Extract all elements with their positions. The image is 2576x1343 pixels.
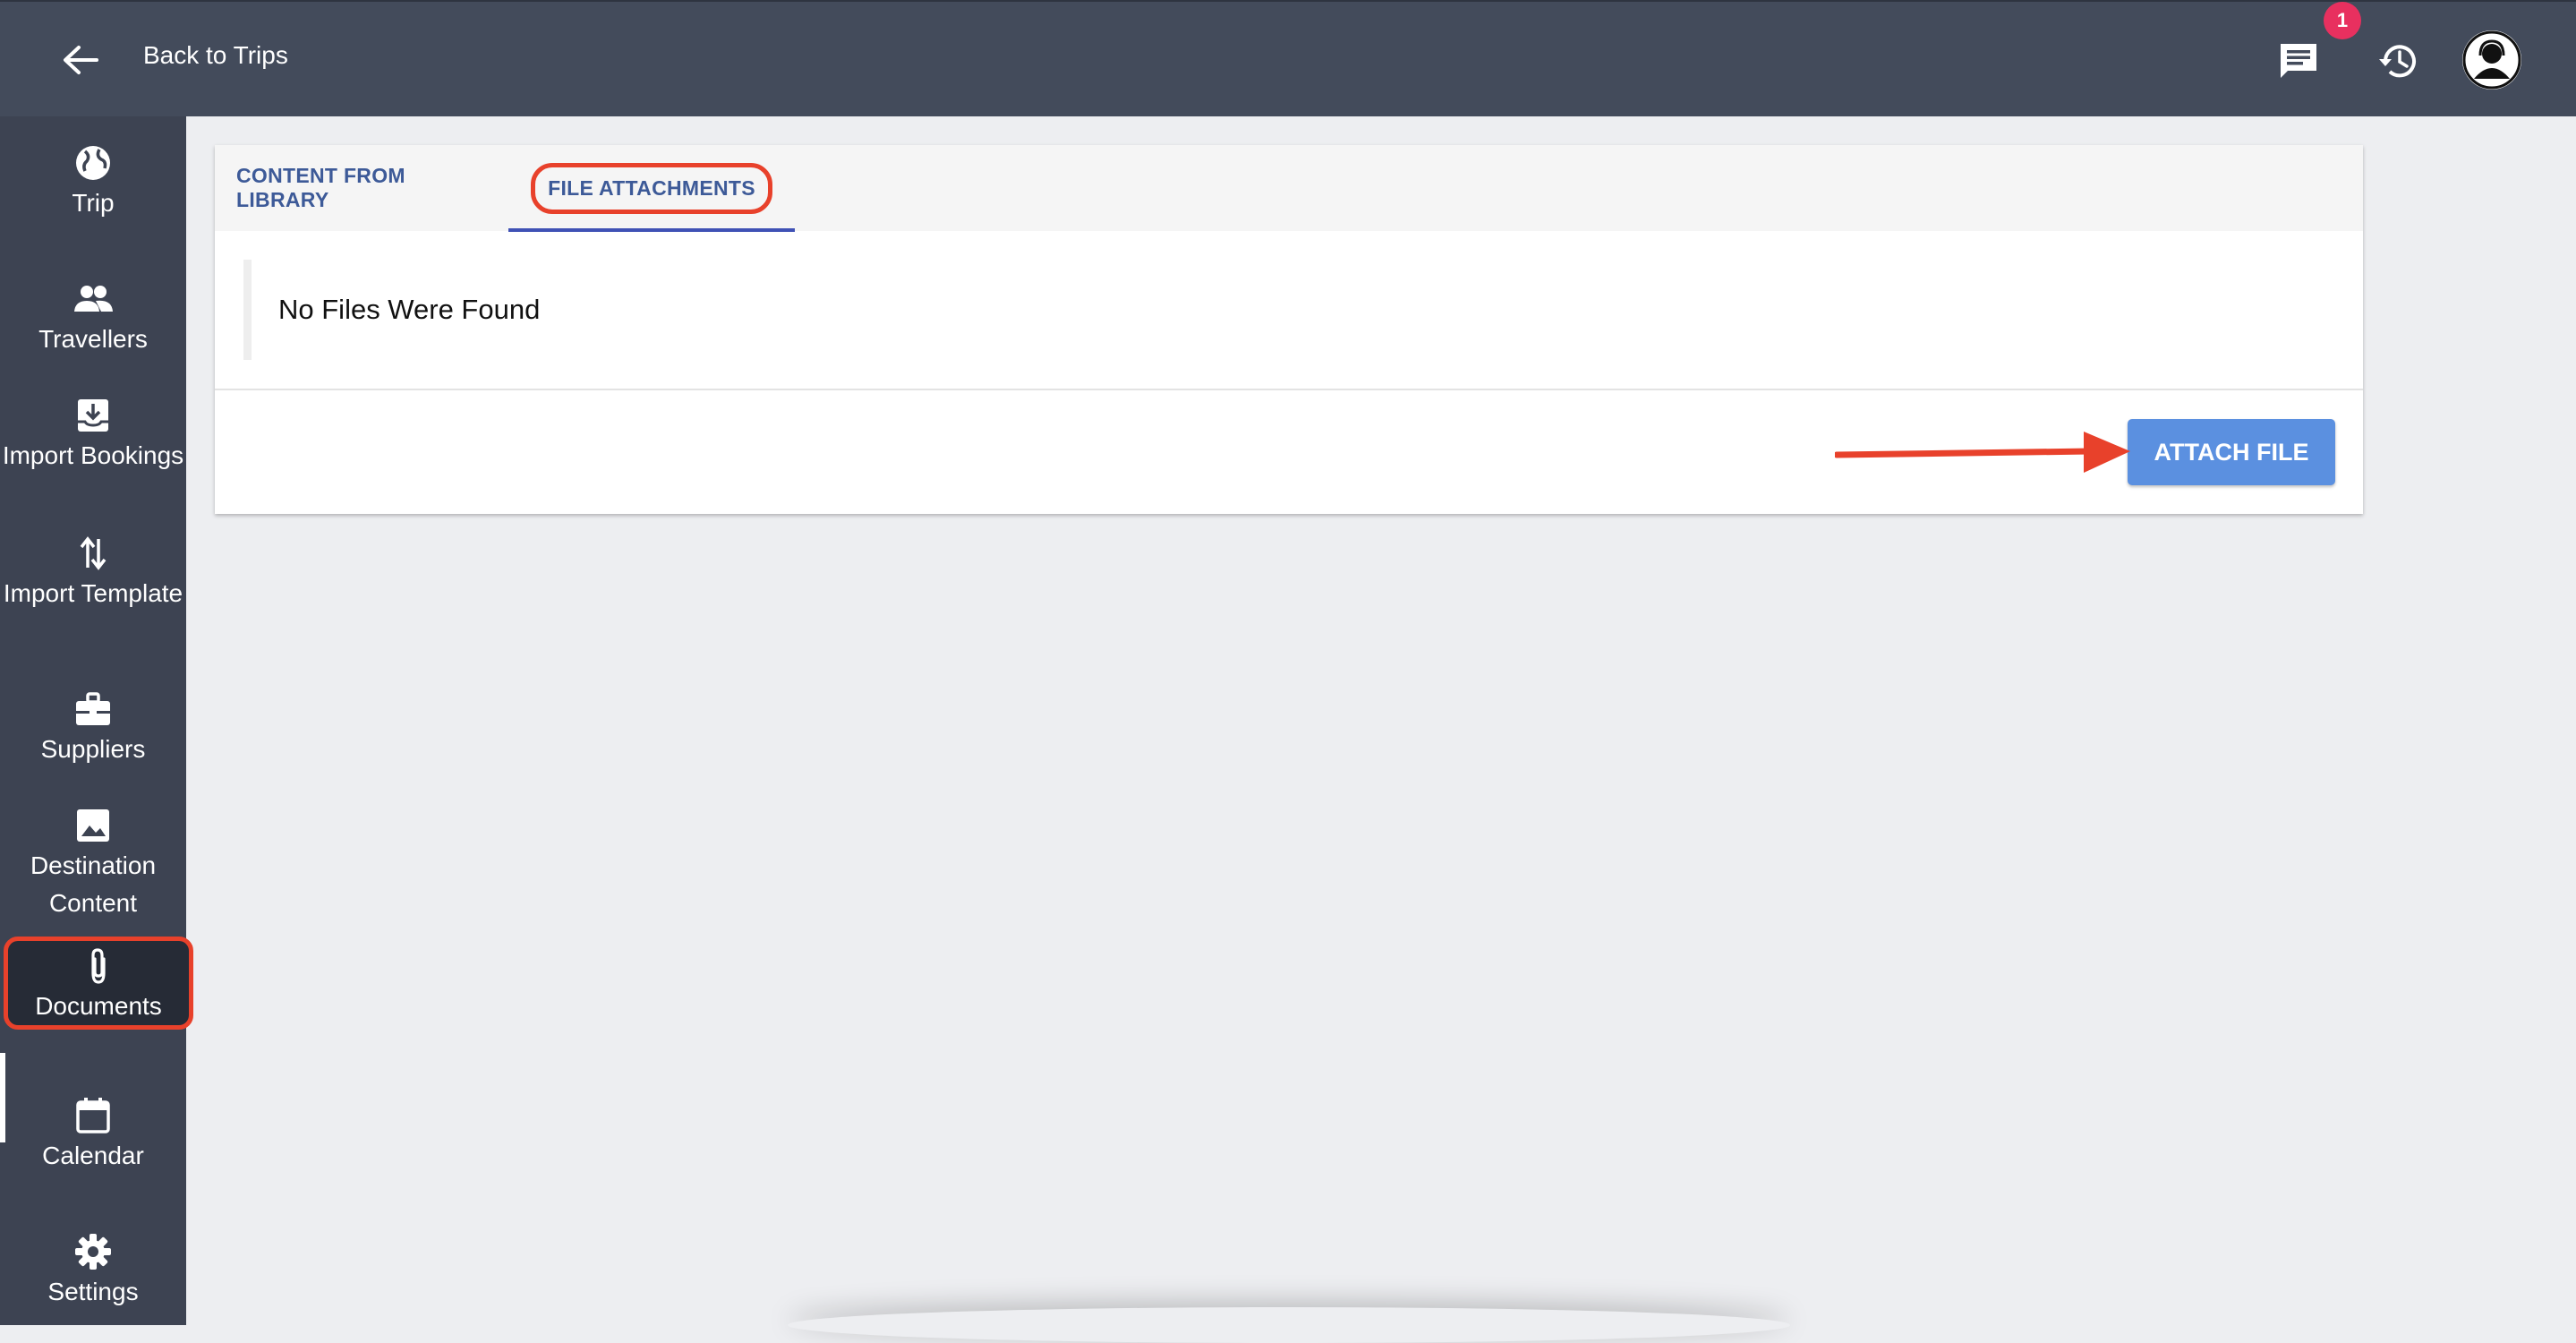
tab-file-attachments[interactable]: FILE ATTACHMENTS — [508, 145, 795, 231]
sidebar-item-label: Settings — [47, 1278, 139, 1305]
people-icon — [74, 286, 113, 312]
import-box-icon — [78, 399, 108, 432]
bottom-shadow — [788, 1307, 1790, 1343]
sidebar-item-label: Calendar — [42, 1142, 144, 1169]
sidebar-item-label: Suppliers — [40, 735, 146, 763]
globe-icon — [76, 146, 110, 180]
notification-badge: 1 — [2324, 2, 2361, 39]
tab-bar: CONTENT FROM LIBRARY FILE ATTACHMENTS — [215, 145, 2363, 232]
top-bar: Back to Trips 1 — [0, 0, 2576, 116]
tab-indicator — [508, 228, 795, 232]
sidebar-item-destination-content[interactable]: Destination Content — [0, 806, 186, 922]
sidebar-item-calendar[interactable]: Calendar — [0, 1096, 186, 1175]
history-icon[interactable] — [2377, 41, 2420, 81]
sidebar-item-label: Destination Content — [30, 851, 157, 917]
sidebar-item-travellers[interactable]: Travellers — [0, 279, 186, 358]
paperclip-icon — [91, 948, 106, 984]
empty-state-message: No Files Were Found — [243, 260, 2338, 360]
back-to-trips-link[interactable]: Back to Trips — [143, 41, 288, 70]
sidebar-item-suppliers[interactable]: Suppliers — [0, 689, 186, 768]
sidebar-item-settings[interactable]: Settings — [0, 1232, 186, 1311]
sidebar-item-label: Import Template — [3, 579, 183, 607]
sidebar-item-label: Import Bookings — [2, 441, 184, 469]
calendar-icon — [76, 1098, 110, 1133]
sidebar-item-label: Documents — [35, 992, 162, 1020]
tab-label: FILE ATTACHMENTS — [531, 162, 772, 214]
gear-icon — [75, 1234, 111, 1270]
sidebar-item-label: Travellers — [38, 325, 148, 353]
image-icon — [77, 809, 109, 842]
briefcase-icon — [76, 692, 110, 725]
sidebar-item-import-bookings[interactable]: Import Bookings — [0, 396, 186, 475]
swap-vertical-icon — [80, 536, 107, 570]
user-avatar-icon[interactable] — [2462, 30, 2521, 90]
annotation-arrow-icon — [1835, 432, 2130, 473]
back-arrow-icon[interactable] — [61, 44, 98, 76]
sidebar-item-trip[interactable]: Trip — [0, 143, 186, 222]
chat-icon[interactable] — [2273, 40, 2324, 81]
tab-label: CONTENT FROM LIBRARY — [236, 164, 405, 211]
tab-content-from-library[interactable]: CONTENT FROM LIBRARY — [236, 145, 465, 231]
sidebar-item-documents[interactable]: Documents — [4, 937, 193, 1030]
attach-file-button[interactable]: ATTACH FILE — [2128, 419, 2335, 485]
sidebar-item-label: Trip — [72, 189, 115, 217]
sidebar-item-import-template[interactable]: Import Template — [0, 534, 186, 612]
card-divider — [215, 389, 2363, 390]
sidebar: Trip Travellers Import Bookings Import T… — [0, 116, 193, 1325]
